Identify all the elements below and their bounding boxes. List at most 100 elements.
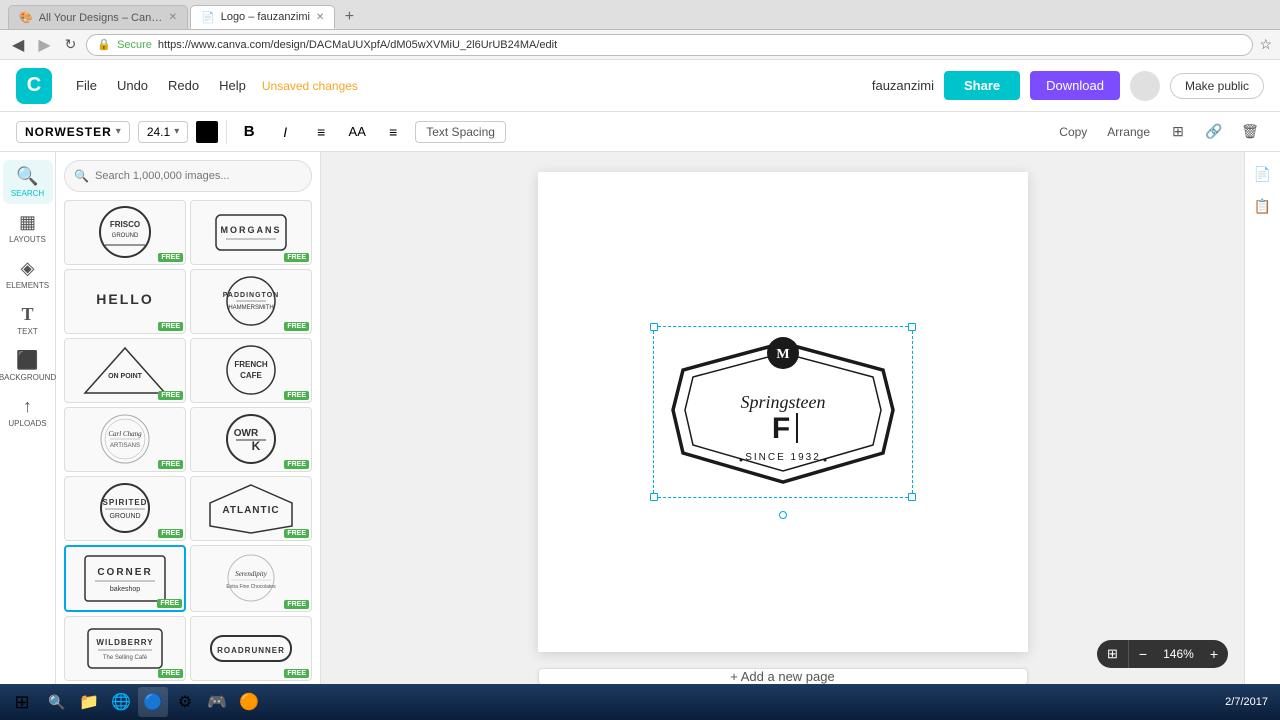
list-item[interactable]: ROADRUNNER FREE	[190, 616, 312, 681]
italic-button[interactable]: I	[271, 118, 299, 146]
taskbar-app1[interactable]: 🔵	[138, 687, 168, 717]
tab1-close[interactable]: ✕	[169, 12, 177, 23]
list-item[interactable]: FRISCO GROUND FREE	[64, 200, 186, 265]
bookmark-btn[interactable]: ☆	[1259, 36, 1272, 53]
header-right: fauzanzimi Share Download Make public	[872, 71, 1264, 101]
copy-button[interactable]: Copy	[1053, 125, 1093, 139]
menu-file[interactable]: File	[68, 74, 105, 97]
paddington-logo-svg: PADDINGTON HAMMERSMITH	[206, 274, 296, 329]
handle-bl[interactable]	[650, 493, 658, 501]
grid-view-button[interactable]: ⊞	[1164, 118, 1192, 146]
list-item[interactable]: ON POINT FREE	[64, 338, 186, 403]
right-panel-icon-1[interactable]: 📄	[1249, 160, 1277, 188]
arrange-button[interactable]: Arrange	[1101, 125, 1156, 139]
download-button[interactable]: Download	[1030, 71, 1120, 100]
search-input[interactable]	[64, 160, 312, 192]
morgans-logo-svg: MORGANS	[206, 205, 296, 260]
list-item[interactable]: Serendipity Extra Fine Chocolates FREE	[190, 545, 312, 612]
font-family-selector[interactable]: NORWESTER ▾	[16, 121, 130, 143]
nav-reload[interactable]: ↻	[61, 36, 81, 53]
add-page-button[interactable]: + Add a new page	[538, 668, 1028, 684]
taskbar-browser[interactable]: 🌐	[106, 687, 136, 717]
font-size-selector[interactable]: 24.1 ▾	[138, 121, 188, 143]
svg-text:OWR: OWR	[234, 428, 259, 439]
layouts-sidebar-label: LAYOUTS	[9, 235, 46, 244]
background-sidebar-label: BACKGROUND	[0, 373, 56, 382]
taskbar-search[interactable]: 🔍	[42, 687, 72, 717]
sidebar-item-text[interactable]: T TEXT	[3, 298, 53, 342]
arrange-label: Arrange	[1107, 125, 1150, 139]
add-page-label: + Add a new page	[730, 669, 834, 684]
list-item-corner[interactable]: CORNER bakeshop FREE	[64, 545, 186, 612]
color-picker[interactable]	[196, 121, 218, 143]
text-sidebar-label: TEXT	[17, 327, 37, 336]
browser-tab-active[interactable]: 📄 Logo – fauzanzimi ✕	[190, 5, 335, 29]
corner-logo-svg: CORNER bakeshop	[80, 551, 170, 606]
start-button[interactable]: ⊞	[4, 687, 40, 717]
canva-logo-letter: C	[27, 74, 41, 97]
badge-logo-svg: M Springsteen F SINCE 1932	[663, 335, 903, 490]
rotate-handle[interactable]	[779, 511, 787, 519]
list-item[interactable]: Carl Chang ARTISANS FREE	[64, 407, 186, 472]
sidebar-item-elements[interactable]: ◈ ELEMENTS	[3, 252, 53, 296]
list-item[interactable]: ATLANTIC FREE	[190, 476, 312, 541]
taskbar-files[interactable]: 📁	[74, 687, 104, 717]
handle-tl[interactable]	[650, 323, 658, 331]
toolbar-divider-right: Copy Arrange ⊞ 🔗 🗑	[1053, 118, 1264, 146]
zoom-fit-button[interactable]: ⊞	[1097, 640, 1129, 668]
menu-undo[interactable]: Undo	[109, 74, 156, 97]
wildberry-logo-svg: WILDBERRY The Selling Café	[80, 621, 170, 676]
link-button[interactable]: 🔗	[1200, 118, 1228, 146]
taskbar-right: 2/7/2017	[1217, 696, 1276, 708]
nav-back[interactable]: ◀	[8, 35, 28, 55]
delete-button[interactable]: 🗑	[1236, 118, 1264, 146]
zoom-in-button[interactable]: +	[1200, 640, 1228, 668]
sidebar-item-background[interactable]: ⬛ BACKGROUND	[3, 344, 53, 388]
browser-tab-inactive[interactable]: 🎨 All Your Designs – Canva ✕	[8, 5, 188, 29]
list-item[interactable]: PADDINGTON HAMMERSMITH FREE	[190, 269, 312, 334]
user-name: fauzanzimi	[872, 78, 934, 93]
align-button[interactable]: ≡	[307, 118, 335, 146]
text-spacing-button[interactable]: Text Spacing	[415, 121, 506, 143]
browser-tab-bar: 🎨 All Your Designs – Canva ✕ 📄 Logo – fa…	[0, 0, 1280, 30]
list-item[interactable]: OWR K FREE	[190, 407, 312, 472]
sidebar-item-uploads[interactable]: ↑ UPLOADS	[3, 390, 53, 434]
selected-logo-element[interactable]: M Springsteen F SINCE 1932	[659, 332, 907, 492]
zoom-controls: ⊞ − 146% +	[1097, 640, 1228, 668]
taskbar-app3[interactable]: 🎮	[202, 687, 232, 717]
handle-tr[interactable]	[908, 323, 916, 331]
list-item[interactable]: SPIRITED GROUND FREE	[64, 476, 186, 541]
list-item[interactable]: FRENCH CAFE FREE	[190, 338, 312, 403]
right-panel-icon-2[interactable]: 📋	[1249, 192, 1277, 220]
zoom-out-button[interactable]: −	[1129, 640, 1157, 668]
sidebar-item-layouts[interactable]: ▦ LAYOUTS	[3, 206, 53, 250]
list-item[interactable]: MORGANS FREE	[190, 200, 312, 265]
canvas-page[interactable]: M Springsteen F SINCE 1932	[538, 172, 1028, 652]
sidebar-item-search[interactable]: 🔍 SEARCH	[3, 160, 53, 204]
taskbar-app4[interactable]: 🟠	[234, 687, 264, 717]
nav-forward[interactable]: ▶	[34, 35, 54, 55]
handle-br[interactable]	[908, 493, 916, 501]
aa-button[interactable]: AA	[343, 118, 371, 146]
list-item[interactable]: WILDBERRY The Selling Café FREE	[64, 616, 186, 681]
bold-button[interactable]: B	[235, 118, 263, 146]
list-button[interactable]: ≡	[379, 118, 407, 146]
elements-sidebar-icon: ◈	[21, 258, 35, 279]
svg-text:Carl Chang: Carl Chang	[108, 430, 142, 438]
menu-redo[interactable]: Redo	[160, 74, 207, 97]
make-public-button[interactable]: Make public	[1170, 73, 1264, 99]
left-icon-sidebar: 🔍 SEARCH ▦ LAYOUTS ◈ ELEMENTS T TEXT ⬛ B…	[0, 152, 56, 684]
menu-help[interactable]: Help	[211, 74, 254, 97]
hello-logo-svg: HELLO	[80, 274, 170, 329]
background-sidebar-icon: ⬛	[16, 350, 38, 371]
new-tab-btn[interactable]: +	[337, 5, 361, 29]
share-button[interactable]: Share	[944, 71, 1020, 100]
taskbar-app2[interactable]: ⚙	[170, 687, 200, 717]
canva-header: C File Undo Redo Help Unsaved changes fa…	[0, 60, 1280, 112]
canva-logo[interactable]: C	[16, 68, 52, 104]
tab1-title: All Your Designs – Canva	[39, 12, 163, 24]
logo-free-badge: FREE	[284, 253, 309, 262]
list-item[interactable]: HELLO FREE	[64, 269, 186, 334]
address-bar[interactable]: 🔒 Secure https://www.canva.com/design/DA…	[86, 34, 1253, 56]
tab2-close[interactable]: ✕	[316, 12, 324, 23]
